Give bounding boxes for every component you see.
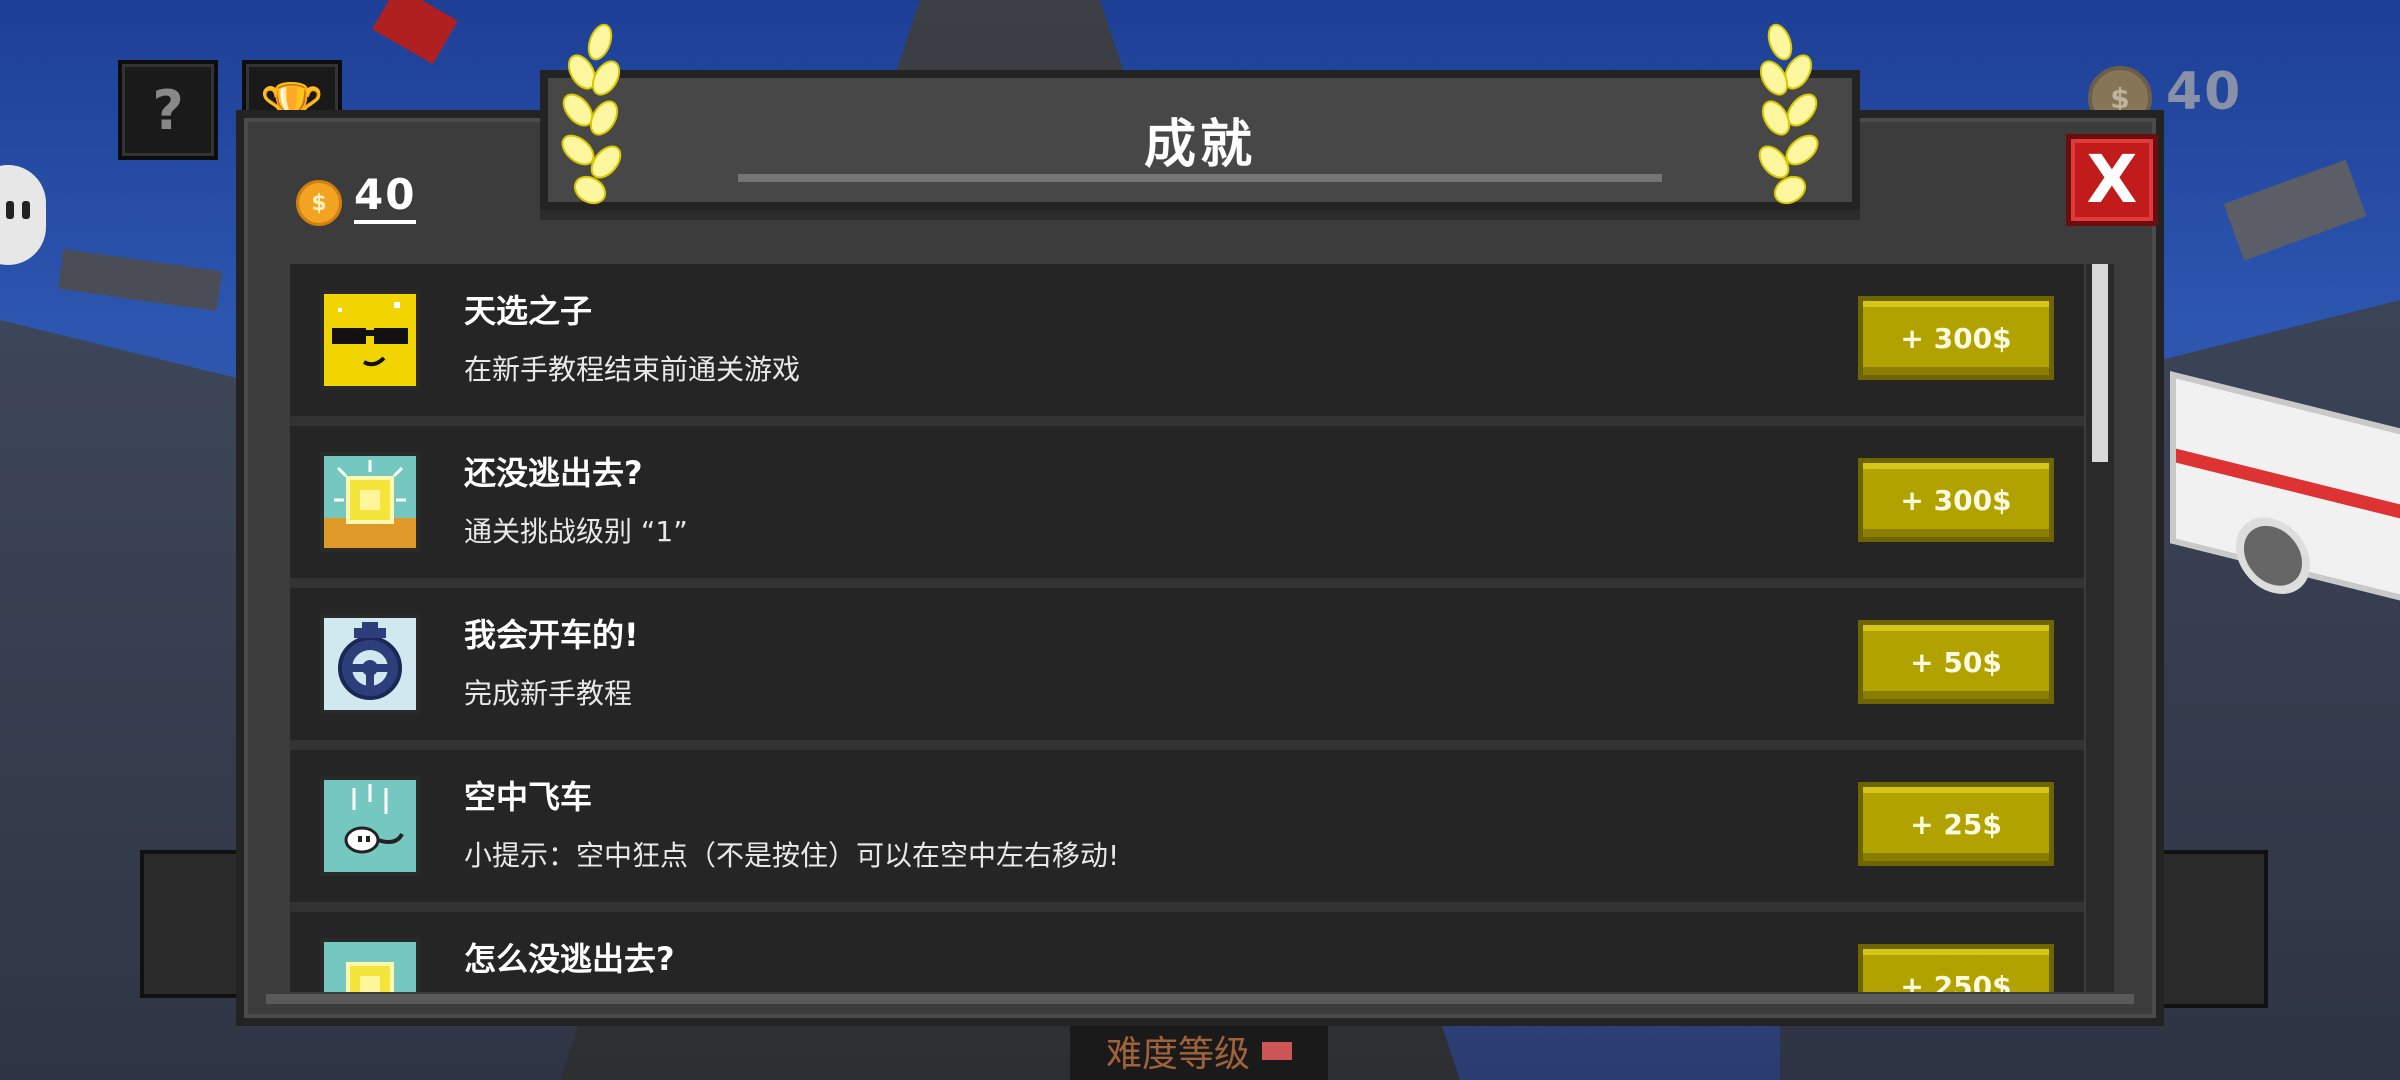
achievement-title: 天选之子 bbox=[464, 292, 593, 330]
achievement-description: 小提示：空中狂点（不是按住）可以在空中左右移动! bbox=[464, 839, 1120, 872]
claim-reward-button[interactable]: + 300$ bbox=[1858, 296, 2054, 380]
achievement-description: 在新手教程结束前通关游戏 bbox=[464, 353, 801, 386]
list-scrollbar[interactable] bbox=[2086, 264, 2114, 992]
background-debris bbox=[372, 0, 458, 65]
claim-reward-button[interactable]: + 250$ bbox=[1858, 944, 2054, 992]
close-button[interactable]: X bbox=[2066, 134, 2158, 226]
title-banner: 成就 bbox=[540, 70, 1860, 210]
background-debris bbox=[57, 249, 223, 311]
help-button[interactable]: ? bbox=[118, 60, 218, 160]
dialog-bottom-bar bbox=[266, 994, 2134, 1004]
steering-wheel-icon bbox=[320, 614, 420, 714]
claim-reward-button[interactable]: + 25$ bbox=[1858, 782, 2054, 866]
difficulty-label: 难度等级 bbox=[1070, 1022, 1328, 1080]
achievement-item: 怎么没逃出去? + 250$ bbox=[290, 912, 2084, 992]
achievement-list[interactable]: 天选之子 在新手教程结束前通关游戏 + 300$ 还没逃出去? 通关挑战级别 “… bbox=[290, 264, 2084, 992]
glowing-chip-icon bbox=[320, 938, 420, 992]
top-coin-count: 40 bbox=[2166, 62, 2243, 122]
laurel-right-icon bbox=[1758, 23, 1819, 205]
claim-reward-button[interactable]: + 300$ bbox=[1858, 458, 2054, 542]
coin-count: 40 bbox=[354, 174, 417, 224]
background-block bbox=[2150, 850, 2268, 1008]
claim-reward-button[interactable]: + 50$ bbox=[1858, 620, 2054, 704]
laurel-left-icon bbox=[561, 23, 622, 205]
coin-icon: $ bbox=[296, 180, 342, 226]
sunglasses-face-icon bbox=[320, 290, 420, 390]
background-mascot bbox=[0, 165, 46, 265]
achievement-description: 通关挑战级别 “1” bbox=[464, 515, 688, 548]
achievement-title: 怎么没逃出去? bbox=[464, 940, 675, 978]
achievement-item: 还没逃出去? 通关挑战级别 “1” + 300$ bbox=[290, 426, 2084, 588]
achievement-item: 我会开车的! 完成新手教程 + 50$ bbox=[290, 588, 2084, 750]
achievement-title: 空中飞车 bbox=[464, 778, 593, 816]
glowing-chip-icon bbox=[320, 452, 420, 552]
page-title: 成就 bbox=[1143, 115, 1256, 175]
achievement-title: 我会开车的! bbox=[464, 616, 639, 654]
achievement-item: 天选之子 在新手教程结束前通关游戏 + 300$ bbox=[290, 264, 2084, 426]
scrollbar-thumb[interactable] bbox=[2092, 264, 2108, 462]
background-debris bbox=[2223, 159, 2367, 261]
achievement-item: 空中飞车 小提示：空中狂点（不是按住）可以在空中左右移动! + 25$ bbox=[290, 750, 2084, 912]
falling-mascot-icon bbox=[320, 776, 420, 876]
title-underline bbox=[738, 174, 1662, 182]
achievement-title: 还没逃出去? bbox=[464, 454, 643, 492]
achievement-description: 完成新手教程 bbox=[464, 677, 633, 710]
